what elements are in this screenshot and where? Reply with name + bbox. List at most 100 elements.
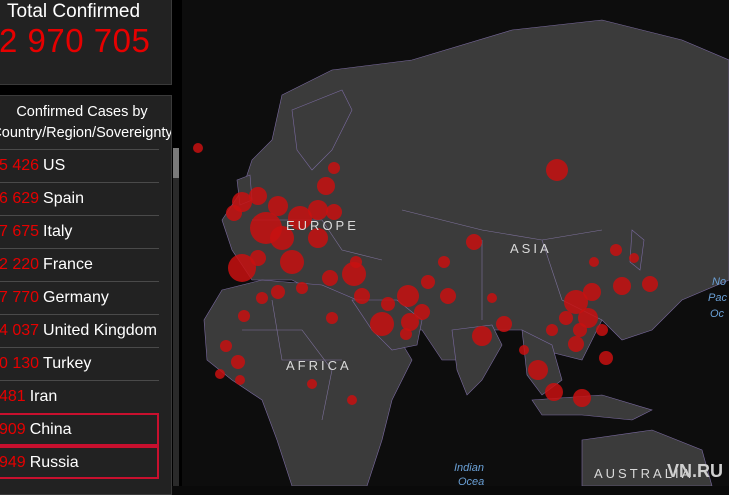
case-bubble[interactable] bbox=[568, 336, 584, 352]
list-item-china[interactable]: 909 China bbox=[0, 413, 159, 446]
cases-list: 5 426 US 6 629 Spain 7 675 Italy 2 220 Franc… bbox=[0, 149, 159, 479]
case-bubble[interactable] bbox=[347, 395, 357, 405]
case-bubble[interactable] bbox=[589, 257, 599, 267]
country-name: Iran bbox=[29, 388, 58, 405]
country-name: Germany bbox=[43, 289, 109, 306]
case-bubble[interactable] bbox=[215, 369, 225, 379]
case-bubble[interactable] bbox=[496, 316, 512, 332]
case-bubble[interactable] bbox=[307, 379, 317, 389]
case-bubble[interactable] bbox=[268, 196, 288, 216]
case-bubble[interactable] bbox=[613, 277, 631, 295]
list-item-france[interactable]: 2 220 France bbox=[0, 248, 159, 281]
cases-list-panel: Confirmed Cases by Country/Region/Sovere… bbox=[0, 95, 172, 495]
ocean-label-pacific-1: No bbox=[712, 276, 727, 288]
country-name: France bbox=[43, 256, 93, 273]
ocean-label-pacific-3: Oc bbox=[710, 308, 725, 320]
case-bubble[interactable] bbox=[280, 250, 304, 274]
case-bubble[interactable] bbox=[546, 159, 568, 181]
country-name: US bbox=[43, 157, 66, 174]
case-count: 4 037 bbox=[0, 322, 40, 339]
case-bubble[interactable] bbox=[256, 292, 268, 304]
case-bubble[interactable] bbox=[466, 234, 482, 250]
case-bubble[interactable] bbox=[326, 312, 338, 324]
country-name: Russia bbox=[29, 454, 79, 471]
list-scrollbar[interactable] bbox=[173, 148, 179, 486]
case-bubble[interactable] bbox=[354, 288, 370, 304]
list-item-germany[interactable]: 7 770 Germany bbox=[0, 281, 159, 314]
list-item-italy[interactable]: 7 675 Italy bbox=[0, 215, 159, 248]
case-bubble[interactable] bbox=[528, 360, 548, 380]
case-bubble[interactable] bbox=[472, 326, 492, 346]
watermark-logo: VN.RU bbox=[666, 461, 723, 481]
map-canvas bbox=[193, 19, 729, 486]
case-bubble[interactable] bbox=[317, 177, 335, 195]
case-bubble[interactable] bbox=[596, 324, 608, 336]
sidebar: Total Confirmed 2 970 705 Confirmed Case… bbox=[0, 0, 182, 495]
total-confirmed-value: 2 970 705 bbox=[0, 22, 151, 59]
country-name: Turkey bbox=[43, 355, 92, 372]
case-bubble[interactable] bbox=[487, 293, 497, 303]
case-bubble[interactable] bbox=[546, 324, 558, 336]
case-count: 909 bbox=[0, 421, 26, 438]
region-label-asia: ASIA bbox=[510, 241, 552, 256]
total-confirmed-title: Total Confirmed bbox=[7, 1, 141, 22]
case-bubble[interactable] bbox=[599, 351, 613, 365]
case-count: 7 770 bbox=[0, 289, 40, 306]
case-bubble[interactable] bbox=[642, 276, 658, 292]
case-bubble[interactable] bbox=[583, 283, 601, 301]
country-name: United Kingdom bbox=[43, 322, 157, 339]
case-bubble[interactable] bbox=[559, 311, 573, 325]
list-item-turkey[interactable]: 0 130 Turkey bbox=[0, 347, 159, 380]
case-count: 949 bbox=[0, 454, 26, 471]
case-count: 6 629 bbox=[0, 190, 40, 207]
case-bubble[interactable] bbox=[308, 200, 328, 220]
ocean-label-pacific-2: Pac bbox=[708, 292, 727, 304]
case-bubble[interactable] bbox=[249, 187, 267, 205]
list-item-spain[interactable]: 6 629 Spain bbox=[0, 182, 159, 215]
country-name: Spain bbox=[43, 190, 84, 207]
case-count: 7 675 bbox=[0, 223, 40, 240]
case-count: 2 220 bbox=[0, 256, 40, 273]
ocean-label-indian-2: Ocea bbox=[458, 476, 485, 488]
case-bubble[interactable] bbox=[220, 340, 232, 352]
case-bubble[interactable] bbox=[250, 250, 266, 266]
case-bubble[interactable] bbox=[296, 282, 308, 294]
list-item-russia[interactable]: 949 Russia bbox=[0, 446, 159, 479]
case-bubble[interactable] bbox=[370, 312, 394, 336]
cases-list-title: Confirmed Cases by Country/Region/Sovere… bbox=[0, 104, 172, 141]
case-bubble[interactable] bbox=[350, 256, 362, 268]
case-bubble[interactable] bbox=[271, 285, 285, 299]
list-item-united-kingdom[interactable]: 4 037 United Kingdom bbox=[0, 314, 159, 347]
case-bubble[interactable] bbox=[573, 389, 591, 407]
country-name: China bbox=[29, 421, 72, 438]
case-bubble[interactable] bbox=[438, 256, 450, 268]
case-bubble[interactable] bbox=[328, 162, 340, 174]
case-bubble[interactable] bbox=[238, 310, 250, 322]
case-bubble[interactable] bbox=[193, 143, 203, 153]
case-bubble[interactable] bbox=[610, 244, 622, 256]
case-bubble[interactable] bbox=[440, 288, 456, 304]
region-label-europe: EUROPE bbox=[286, 218, 359, 233]
case-bubble[interactable] bbox=[400, 328, 412, 340]
total-confirmed-panel: Total Confirmed 2 970 705 bbox=[0, 0, 172, 85]
scrollbar-thumb[interactable] bbox=[173, 148, 179, 178]
list-item-iran[interactable]: 481 Iran bbox=[0, 380, 159, 413]
case-count: 481 bbox=[0, 388, 26, 405]
case-bubble[interactable] bbox=[226, 205, 242, 221]
case-bubble[interactable] bbox=[322, 270, 338, 286]
case-bubble[interactable] bbox=[397, 285, 419, 307]
case-bubble[interactable] bbox=[519, 345, 529, 355]
case-bubble[interactable] bbox=[629, 253, 639, 263]
case-bubble[interactable] bbox=[421, 275, 435, 289]
region-label-africa: AFRICA bbox=[286, 358, 352, 373]
case-bubble[interactable] bbox=[573, 323, 587, 337]
case-count: 0 130 bbox=[0, 355, 40, 372]
case-bubble[interactable] bbox=[235, 375, 245, 385]
case-bubble[interactable] bbox=[401, 313, 419, 331]
world-map[interactable]: EUROPE ASIA AFRICA AUSTRALIA Indian Ocea… bbox=[182, 0, 729, 488]
list-item-us[interactable]: 5 426 US bbox=[0, 149, 159, 182]
case-bubble[interactable] bbox=[545, 383, 563, 401]
case-bubble[interactable] bbox=[231, 355, 245, 369]
case-count: 5 426 bbox=[0, 157, 40, 174]
case-bubble[interactable] bbox=[381, 297, 395, 311]
